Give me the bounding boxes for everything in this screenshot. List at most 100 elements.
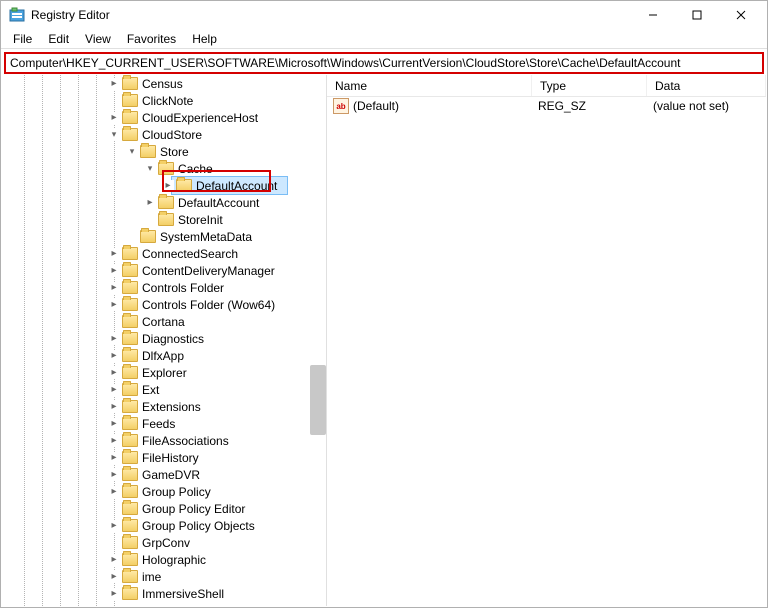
folder-icon — [158, 213, 174, 226]
menu-favorites[interactable]: Favorites — [119, 31, 184, 47]
folder-icon — [122, 536, 138, 549]
expand-icon[interactable] — [108, 248, 120, 260]
tree-item-clicknote[interactable]: ClickNote — [2, 92, 326, 109]
menu-edit[interactable]: Edit — [40, 31, 77, 47]
folder-icon — [122, 468, 138, 481]
col-header-type[interactable]: Type — [532, 75, 647, 96]
tree-item-dlfxapp[interactable]: DlfxApp — [2, 347, 326, 364]
folder-icon — [140, 145, 156, 158]
tree-item-storeinit[interactable]: StoreInit — [2, 211, 326, 228]
collapse-icon[interactable] — [108, 129, 120, 141]
collapse-icon[interactable] — [144, 163, 156, 175]
tree-item-connectedsearch[interactable]: ConnectedSearch — [2, 245, 326, 262]
window-title: Registry Editor — [31, 8, 110, 22]
col-header-name[interactable]: Name — [327, 75, 532, 96]
tree-pane[interactable]: Census ClickNote CloudExperienceHost Clo… — [2, 75, 327, 606]
folder-icon — [122, 451, 138, 464]
expand-icon[interactable] — [108, 299, 120, 311]
tree-item-explorer[interactable]: Explorer — [2, 364, 326, 381]
tree-item-cache[interactable]: Cache — [2, 160, 326, 177]
tree-item-cortana[interactable]: Cortana — [2, 313, 326, 330]
folder-icon — [122, 247, 138, 260]
folder-icon — [122, 349, 138, 362]
folder-icon — [122, 502, 138, 515]
tree-scrollbar-thumb[interactable] — [310, 365, 326, 435]
folder-icon — [158, 196, 174, 209]
tree-item-contentdeliverymanager[interactable]: ContentDeliveryManager — [2, 262, 326, 279]
address-bar[interactable]: Computer\HKEY_CURRENT_USER\SOFTWARE\Micr… — [4, 52, 764, 74]
expand-icon[interactable] — [108, 554, 120, 566]
tree-item-controls-folder[interactable]: Controls Folder — [2, 279, 326, 296]
tree-item-store[interactable]: Store — [2, 143, 326, 160]
expand-icon[interactable] — [108, 520, 120, 532]
tree-item-gamedvr[interactable]: GameDVR — [2, 466, 326, 483]
expand-icon[interactable] — [144, 197, 156, 209]
menubar: File Edit View Favorites Help — [1, 29, 767, 49]
folder-icon — [122, 298, 138, 311]
tree-item-group-policy[interactable]: Group Policy — [2, 483, 326, 500]
folder-icon — [122, 434, 138, 447]
expand-icon[interactable] — [108, 435, 120, 447]
tree-item-diagnostics[interactable]: Diagnostics — [2, 330, 326, 347]
expand-icon[interactable] — [108, 588, 120, 600]
address-text: Computer\HKEY_CURRENT_USER\SOFTWARE\Micr… — [10, 56, 680, 70]
expand-icon[interactable] — [108, 78, 120, 90]
folder-icon — [122, 366, 138, 379]
expand-icon[interactable] — [108, 367, 120, 379]
expand-icon[interactable] — [108, 418, 120, 430]
expand-icon[interactable] — [162, 180, 174, 192]
tree-item-cloudstore[interactable]: CloudStore — [2, 126, 326, 143]
tree-item-defaultaccount[interactable]: DefaultAccount — [2, 194, 326, 211]
tree-item-fileassociations[interactable]: FileAssociations — [2, 432, 326, 449]
value-list-pane[interactable]: Name Type Data ab (Default) REG_SZ (valu… — [327, 75, 766, 606]
expand-icon[interactable] — [108, 112, 120, 124]
tree-item-cloudexperiencehost[interactable]: CloudExperienceHost — [2, 109, 326, 126]
expand-icon[interactable] — [108, 350, 120, 362]
string-value-icon: ab — [333, 98, 349, 114]
tree-item-holographic[interactable]: Holographic — [2, 551, 326, 568]
folder-icon — [122, 519, 138, 532]
folder-icon — [122, 553, 138, 566]
regedit-icon — [9, 7, 25, 23]
expand-icon[interactable] — [108, 486, 120, 498]
expand-icon[interactable] — [108, 401, 120, 413]
list-header: Name Type Data — [327, 75, 766, 97]
tree-item-systemmetadata[interactable]: SystemMetaData — [2, 228, 326, 245]
expand-icon[interactable] — [108, 384, 120, 396]
collapse-icon[interactable] — [126, 146, 138, 158]
expand-icon[interactable] — [108, 265, 120, 277]
value-row-default[interactable]: ab (Default) REG_SZ (value not set) — [327, 97, 766, 115]
close-button[interactable] — [719, 1, 763, 29]
expand-icon[interactable] — [108, 469, 120, 481]
folder-icon — [122, 94, 138, 107]
menu-view[interactable]: View — [77, 31, 119, 47]
maximize-button[interactable] — [675, 1, 719, 29]
value-type: REG_SZ — [538, 99, 586, 113]
value-data: (value not set) — [653, 99, 729, 113]
folder-icon — [176, 179, 192, 192]
tree-item-defaultaccount-selected[interactable]: DefaultAccount — [2, 177, 326, 194]
menu-help[interactable]: Help — [184, 31, 225, 47]
tree-item-filehistory[interactable]: FileHistory — [2, 449, 326, 466]
tree-item-feeds[interactable]: Feeds — [2, 415, 326, 432]
expand-icon[interactable] — [108, 333, 120, 345]
expand-icon[interactable] — [108, 282, 120, 294]
minimize-button[interactable] — [631, 1, 675, 29]
folder-icon — [122, 315, 138, 328]
tree-item-group-policy-objects[interactable]: Group Policy Objects — [2, 517, 326, 534]
tree-item-ime[interactable]: ime — [2, 568, 326, 585]
col-header-data[interactable]: Data — [647, 75, 766, 96]
folder-icon — [158, 162, 174, 175]
tree-item-ext[interactable]: Ext — [2, 381, 326, 398]
tree-item-controls-folder-wow64[interactable]: Controls Folder (Wow64) — [2, 296, 326, 313]
tree-item-extensions[interactable]: Extensions — [2, 398, 326, 415]
tree-item-immersiveshell[interactable]: ImmersiveShell — [2, 585, 326, 602]
folder-icon — [122, 570, 138, 583]
expand-icon[interactable] — [108, 571, 120, 583]
folder-icon — [122, 111, 138, 124]
tree-item-grpconv[interactable]: GrpConv — [2, 534, 326, 551]
menu-file[interactable]: File — [5, 31, 40, 47]
tree-item-group-policy-editor[interactable]: Group Policy Editor — [2, 500, 326, 517]
expand-icon[interactable] — [108, 452, 120, 464]
tree-item-census[interactable]: Census — [2, 75, 326, 92]
